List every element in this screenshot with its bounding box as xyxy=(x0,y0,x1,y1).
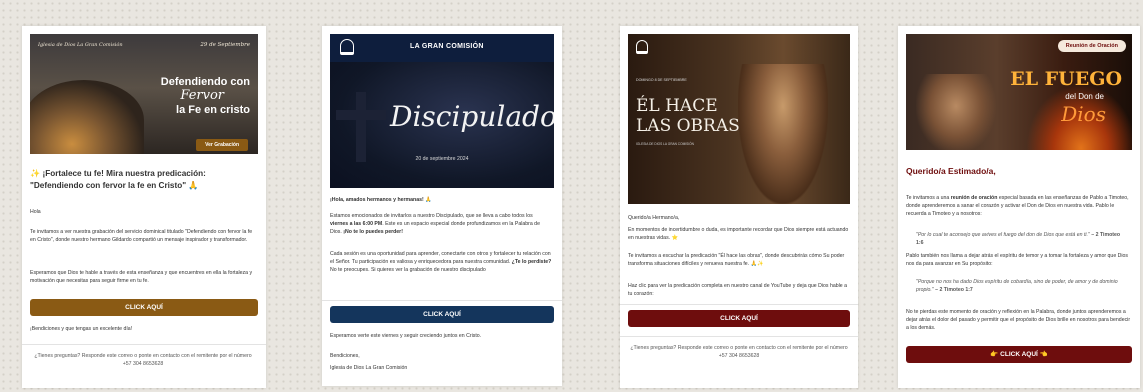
banner-script: Discipulado xyxy=(390,100,554,133)
quote-text: "Por lo cual te aconsejo que avives el f… xyxy=(916,232,1090,238)
email-banner: Iglesia de Dios La Gran Comisión 29 de S… xyxy=(30,34,258,154)
divider xyxy=(22,344,266,345)
banner-title-1: Defendiendo con xyxy=(160,76,250,88)
email-heading: ✨ ¡Fortalece tu fe! Mira nuestra predica… xyxy=(30,168,258,193)
closing-text: ¡Bendiciones y que tengas un excelente d… xyxy=(30,326,133,332)
banner-script-left: Iglesia de Dios La Gran Comisión xyxy=(38,42,123,48)
quote-1: "Por lo cual te aconsejo que avives el f… xyxy=(916,231,1128,247)
hands-silhouette xyxy=(916,74,996,150)
greeting: Hola xyxy=(30,209,41,215)
email-card-3: DOMINGO 8 DE SEPTIEMBRE ÉL HACE LAS OBRA… xyxy=(620,26,858,388)
banner-title-3: Dios xyxy=(1061,102,1106,126)
banner-date: 20 de septiembre 2024 xyxy=(415,156,469,162)
sparkles-icon: ✨ xyxy=(30,169,41,178)
email-banner: Reunión de Oración EL FUEGO del Don de D… xyxy=(906,34,1132,150)
paragraph-2: Te invitamos a escuchar la predicación "… xyxy=(628,253,845,268)
church-logo-icon xyxy=(340,39,354,55)
paragraph-1: En momentos de incertidumbre o duda, es … xyxy=(628,227,849,242)
email-banner: DOMINGO 8 DE SEPTIEMBRE ÉL HACE LAS OBRA… xyxy=(628,34,850,204)
greeting: ¡Hola, amados hermanos y hermanas! 🙏 xyxy=(330,197,432,203)
banner-title-2: del Don de xyxy=(1065,92,1104,101)
sign-name: Iglesia de Dios La Gran Comisión xyxy=(330,365,408,371)
text: Te invitamos a una xyxy=(906,195,951,201)
cta-button[interactable]: CLICK AQUÍ xyxy=(330,306,554,323)
cta-button[interactable]: CLICK AQUÍ xyxy=(628,310,850,327)
paragraph-2: Esperamos que Dios te hable a través de … xyxy=(30,270,253,285)
banner-church: IGLESIA DE DIOS LA GRAN COMISIÓN xyxy=(636,142,694,146)
sign-off: Bendiciones, xyxy=(330,353,360,359)
footer-text: ¿Tienes preguntas? Responde este correo … xyxy=(630,345,848,360)
text: No te preocupes. Si quieres ver la graba… xyxy=(330,267,486,274)
banner-title-1: ÉL HACE xyxy=(636,96,718,116)
schedule-text: viernes a las 6:00 PM xyxy=(330,221,383,228)
banner-title-3: la Fe en cristo xyxy=(176,104,250,116)
quote-reference: – 2 Timoteo 1:7 xyxy=(933,287,973,294)
paragraph-2: Pablo también nos llama a dejar atrás el… xyxy=(906,253,1129,268)
emphasis-text: reunión de oración xyxy=(950,195,998,201)
emphasis-text: ¿Te lo perdiste? xyxy=(511,259,552,266)
footer-text: ¿Tienes preguntas? Responde este correo … xyxy=(34,353,252,368)
rock-silhouette xyxy=(30,80,144,154)
banner-date: DOMINGO 8 DE SEPTIEMBRE xyxy=(636,78,687,82)
cta-button[interactable]: 👉 CLICK AQUÍ 👈 xyxy=(906,346,1132,363)
divider xyxy=(620,304,858,305)
email-header: LA GRAN COMISIÓN xyxy=(330,34,554,62)
emphasis-text: ¡No te lo puedes perder! xyxy=(343,229,403,236)
paragraph-1: Te invitamos a ver nuestra grabación del… xyxy=(30,229,253,244)
cta-label: CLICK AQUÍ xyxy=(125,304,163,311)
text: Estamos emocionados de invitarlos a nues… xyxy=(330,213,533,219)
cross-vertical xyxy=(356,92,366,162)
watch-recording-button[interactable]: Ver Grabación xyxy=(196,139,248,151)
cta-label: CLICK AQUÍ xyxy=(720,315,758,322)
email-card-4: Reunión de Oración EL FUEGO del Don de D… xyxy=(898,26,1140,388)
paragraph-1: Te invitamos a una reunión de oración es… xyxy=(906,194,1132,218)
cta-button[interactable]: CLICK AQUÍ xyxy=(30,299,258,316)
pointing-right-icon: 👉 xyxy=(990,351,999,358)
meeting-badge: Reunión de Oración xyxy=(1057,40,1126,52)
after-text: Esperamos verte este viernes y seguir cr… xyxy=(330,333,482,339)
email-banner: Discipulado 20 de septiembre 2024 xyxy=(330,62,554,188)
paragraph-2: Cada sesión es una oportunidad para apre… xyxy=(330,250,552,274)
banner-date: 29 de Septiembre xyxy=(200,42,250,48)
pointing-left-icon: 👈 xyxy=(1039,351,1048,358)
banner-title-2: Fervor xyxy=(180,88,224,103)
email-heading: Querido/a Estimado/a, xyxy=(906,166,996,176)
divider xyxy=(620,336,858,337)
banner-title-1: EL FUEGO xyxy=(1010,68,1122,90)
church-logo-icon xyxy=(636,40,648,54)
banner-title-2: LAS OBRAS xyxy=(636,116,740,136)
cross-horizontal xyxy=(336,110,386,120)
header-title: LA GRAN COMISIÓN xyxy=(410,43,484,50)
quote-2: "Porque no nos ha dado Dios espíritu de … xyxy=(916,278,1128,294)
paragraph-1: Estamos emocionados de invitarlos a nues… xyxy=(330,212,552,236)
email-card-2: LA GRAN COMISIÓN Discipulado 20 de septi… xyxy=(322,26,562,386)
paragraph-3: Haz clic para ver la predicación complet… xyxy=(628,283,847,298)
cta-label: CLICK AQUÍ xyxy=(423,311,461,318)
email-card-1: Iglesia de Dios La Gran Comisión 29 de S… xyxy=(22,26,266,388)
heading-text: ¡Fortalece tu fe! Mira nuestra predicaci… xyxy=(30,169,206,191)
greeting: Querido/a Hermano/a, xyxy=(628,215,680,221)
divider xyxy=(322,300,562,301)
paragraph-3: No te pierdas este momento de oración y … xyxy=(906,309,1131,332)
cta-label: CLICK AQUÍ xyxy=(1000,351,1038,358)
figure-silhouette xyxy=(738,64,828,204)
